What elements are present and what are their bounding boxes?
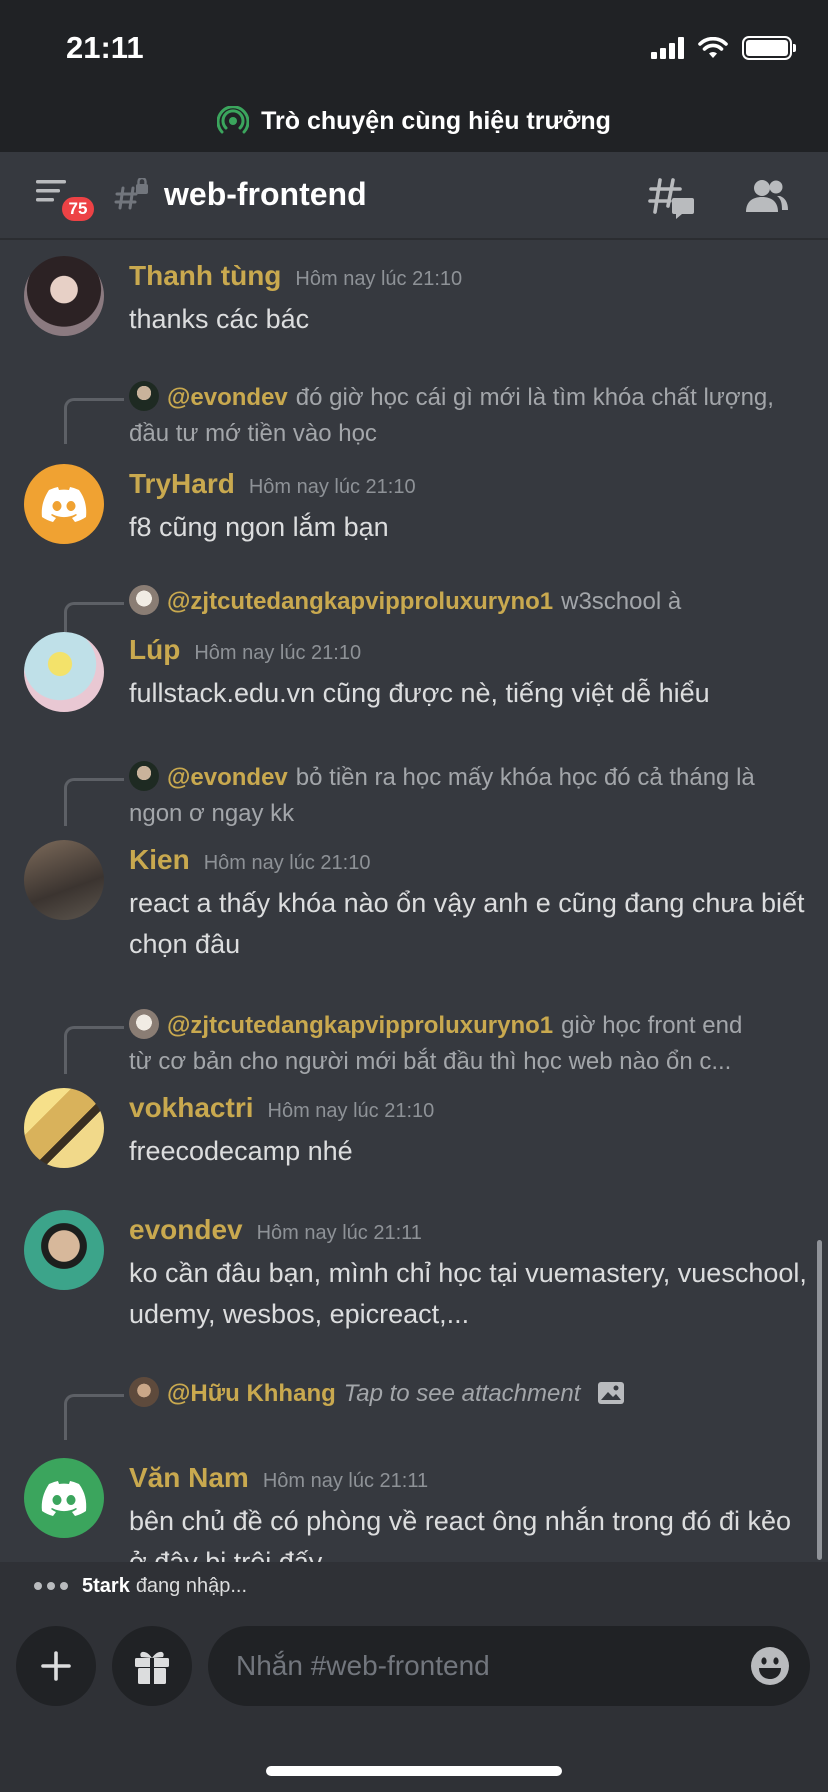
message-text: freecodecamp nhé	[129, 1136, 353, 1166]
username[interactable]: Kien Hôm nay lúc 21:10	[129, 844, 370, 876]
reply-preview[interactable]: @Hữu Khhang Tap to see attachment	[129, 1376, 809, 1412]
reply-mention[interactable]: @evondev	[167, 764, 288, 791]
emoji-icon[interactable]	[750, 1646, 790, 1686]
reply-text: w3school à	[561, 588, 682, 615]
discord-logo-icon	[41, 487, 87, 522]
message-text: bên chủ đề có phòng về react ông nhắn tr…	[129, 1506, 792, 1562]
timestamp: Hôm nay lúc 21:10	[295, 268, 463, 290]
channel-name: web-frontend	[164, 176, 367, 212]
reply-text-continued: từ cơ bản cho người mới bắt đầu thì học …	[129, 1048, 732, 1075]
timestamp: Hôm nay lúc 21:10	[248, 476, 416, 498]
reply-preview[interactable]: @evondev đó giờ học cái gì mới là tìm khó…	[129, 380, 809, 452]
message-text: react a thấy khóa nào ổn vậy anh e cũng …	[129, 888, 805, 959]
username[interactable]: vokhactri Hôm nay lúc 21:10	[129, 1092, 434, 1124]
reply-text: Tap to see attachment	[343, 1380, 581, 1407]
reply-spine	[64, 1394, 124, 1440]
threads-icon[interactable]	[648, 176, 696, 220]
stage-banner[interactable]: Trò chuyện cùng hiệu trưởng	[0, 90, 828, 152]
reply-text: giờ học front end	[561, 1012, 743, 1039]
username[interactable]: Thanh tùng Hôm nay lúc 21:10	[129, 260, 462, 292]
typing-text: đang nhập...	[135, 1574, 248, 1597]
add-attachment-button[interactable]	[16, 1626, 96, 1706]
typing-indicator: 5tark đang nhập...	[0, 1562, 828, 1610]
members-icon[interactable]	[742, 178, 790, 214]
locked-channel-icon	[114, 178, 148, 210]
reply-spine	[64, 398, 124, 444]
reply-avatar	[129, 1009, 159, 1039]
message-text: thanks các bác	[129, 304, 310, 334]
message-text: ko cần đâu bạn, mình chỉ học tại vuemast…	[129, 1258, 807, 1329]
reply-spine	[64, 602, 124, 632]
stage-channel-icon	[217, 106, 250, 134]
timestamp: Hôm nay lúc 21:10	[267, 1100, 435, 1122]
avatar[interactable]	[24, 464, 104, 544]
notification-badge: 75	[59, 194, 97, 224]
battery-icon	[742, 36, 796, 60]
username[interactable]: Văn Nam Hôm nay lúc 21:11	[129, 1462, 428, 1494]
reply-mention[interactable]: @evondev	[167, 384, 288, 411]
username[interactable]: evondev Hôm nay lúc 21:11	[129, 1214, 422, 1246]
avatar[interactable]	[24, 840, 104, 920]
avatar[interactable]	[24, 1210, 104, 1290]
stage-title: Trò chuyện cùng hiệu trưởng	[261, 106, 611, 135]
reply-preview[interactable]: @evondev bỏ tiền ra học mấy khóa học đó c…	[129, 760, 809, 832]
reply-avatar	[129, 381, 159, 411]
channel-header: 75 web-frontend	[0, 152, 828, 240]
scrollbar[interactable]	[817, 1240, 822, 1560]
wifi-icon	[698, 37, 728, 58]
timestamp: Hôm nay lúc 21:10	[203, 852, 371, 874]
reply-avatar	[129, 585, 159, 615]
username[interactable]: Lúp Hôm nay lúc 21:10	[129, 634, 361, 666]
typing-dots-icon	[34, 1582, 68, 1590]
avatar[interactable]	[24, 256, 104, 336]
plus-icon	[41, 1651, 71, 1681]
gift-icon	[135, 1651, 169, 1684]
reply-mention[interactable]: @Hữu Khhang	[167, 1380, 336, 1407]
image-attachment-icon	[598, 1382, 625, 1404]
message-composer	[0, 1610, 828, 1792]
timestamp: Hôm nay lúc 21:11	[256, 1222, 422, 1244]
reply-mention[interactable]: @zjtcutedangkapvipproluxuryno1	[167, 588, 553, 615]
message-text: f8 cũng ngon lắm bạn	[129, 512, 389, 542]
status-time: 21:11	[66, 30, 144, 65]
message-list[interactable]: Thanh tùng Hôm nay lúc 21:10 thanks các b…	[0, 240, 828, 1562]
status-icons	[651, 36, 796, 60]
reply-preview[interactable]: @zjtcutedangkapvipproluxuryno1 giờ học fr…	[129, 1008, 809, 1080]
avatar[interactable]	[24, 1088, 104, 1168]
timestamp: Hôm nay lúc 21:11	[262, 1470, 429, 1492]
reply-mention[interactable]: @zjtcutedangkapvipproluxuryno1	[167, 1012, 553, 1039]
signal-icon	[651, 37, 684, 59]
reply-preview[interactable]: @zjtcutedangkapvipproluxuryno1 w3school à	[129, 584, 809, 620]
menu-button[interactable]: 75	[34, 176, 97, 224]
typing-user: 5tark	[82, 1574, 130, 1597]
timestamp: Hôm nay lúc 21:10	[194, 642, 362, 664]
status-bar: 21:11	[0, 0, 828, 90]
message-input[interactable]	[236, 1626, 716, 1706]
reply-spine	[64, 1026, 124, 1074]
reply-avatar	[129, 761, 159, 791]
discord-logo-icon	[41, 1481, 87, 1516]
message-input-box[interactable]	[208, 1626, 810, 1706]
message-text: fullstack.edu.vn cũng được nè, tiếng việ…	[129, 678, 710, 708]
avatar[interactable]	[24, 1458, 104, 1538]
reply-spine	[64, 778, 124, 826]
gift-button[interactable]	[112, 1626, 192, 1706]
reply-avatar	[129, 1377, 159, 1407]
home-indicator	[266, 1766, 562, 1776]
username[interactable]: TryHard Hôm nay lúc 21:10	[129, 468, 416, 500]
avatar[interactable]	[24, 632, 104, 712]
